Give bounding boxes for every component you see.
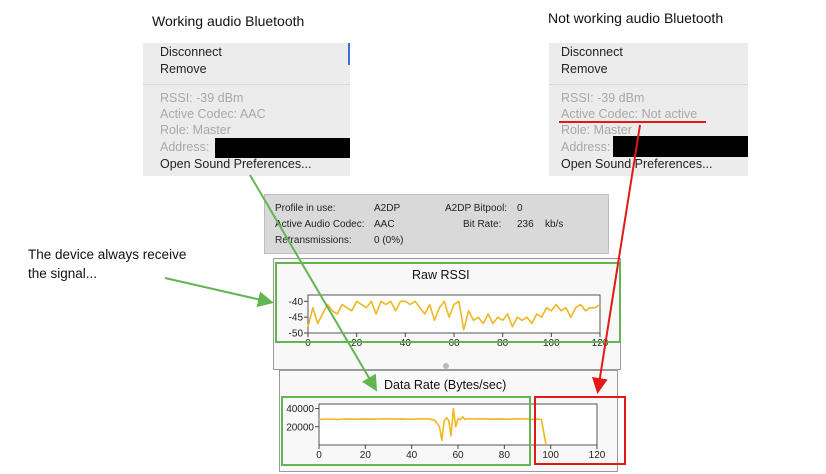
retransmissions-value: 0 (0%) <box>374 235 404 246</box>
redacted-address <box>613 136 748 157</box>
menu-separator <box>549 84 748 85</box>
scroll-indicator <box>348 43 350 65</box>
remove-menu-item[interactable]: Remove <box>160 62 207 76</box>
redacted-address <box>215 138 350 158</box>
codec-label: Active Audio Codec: <box>275 219 365 230</box>
rssi-highlight-box <box>275 262 621 343</box>
retransmissions-label: Retransmissions: <box>275 235 352 246</box>
bluetooth-info-panel: Profile in use: A2DP Active Audio Codec:… <box>264 194 609 254</box>
bitpool-value: 0 <box>517 203 523 214</box>
bitpool-label: A2DP Bitpool: <box>445 203 508 214</box>
not-working-data-rate-highlight-box <box>534 396 626 465</box>
address-info: Address: <box>561 140 611 154</box>
codec-value: AAC <box>374 219 395 230</box>
splitter-handle[interactable] <box>443 363 449 369</box>
profile-value: A2DP <box>374 203 401 214</box>
caption-not-working: Not working audio Bluetooth <box>548 10 724 26</box>
context-menu-not-working: Disconnect Remove RSSI: -39 dBm Active C… <box>549 43 748 176</box>
rssi-info: RSSI: -39 dBm <box>561 91 645 105</box>
open-sound-preferences-menu-item[interactable]: Open Sound Preferences... <box>160 157 311 171</box>
bitrate-unit: kb/s <box>545 219 564 230</box>
codec-info: Active Codec: Not active <box>561 107 698 121</box>
role-info: Role: Master <box>160 123 231 137</box>
disconnect-menu-item[interactable]: Disconnect <box>160 45 222 59</box>
address-info: Address: <box>160 140 210 154</box>
green-arrow-signal <box>164 277 274 308</box>
bitrate-value: 236 <box>517 219 534 230</box>
annotation-line-1: The device always receive <box>28 247 187 262</box>
menu-separator <box>143 84 350 85</box>
annotation-line-2: the signal... <box>28 266 98 281</box>
data-rate-chart-title: Data Rate (Bytes/sec) <box>384 378 507 392</box>
role-info: Role: Master <box>561 123 632 137</box>
profile-label: Profile in use: <box>275 203 336 214</box>
disconnect-menu-item[interactable]: Disconnect <box>561 45 623 59</box>
open-sound-preferences-menu-item[interactable]: Open Sound Preferences... <box>561 157 712 171</box>
caption-working: Working audio Bluetooth <box>152 13 305 29</box>
rssi-info: RSSI: -39 dBm <box>160 91 244 105</box>
codec-info: Active Codec: AAC <box>160 107 266 121</box>
bitrate-label: Bit Rate: <box>463 219 502 230</box>
remove-menu-item[interactable]: Remove <box>561 62 608 76</box>
working-data-rate-highlight-box <box>281 396 531 466</box>
context-menu-working: Disconnect Remove RSSI: -39 dBm Active C… <box>143 43 350 176</box>
